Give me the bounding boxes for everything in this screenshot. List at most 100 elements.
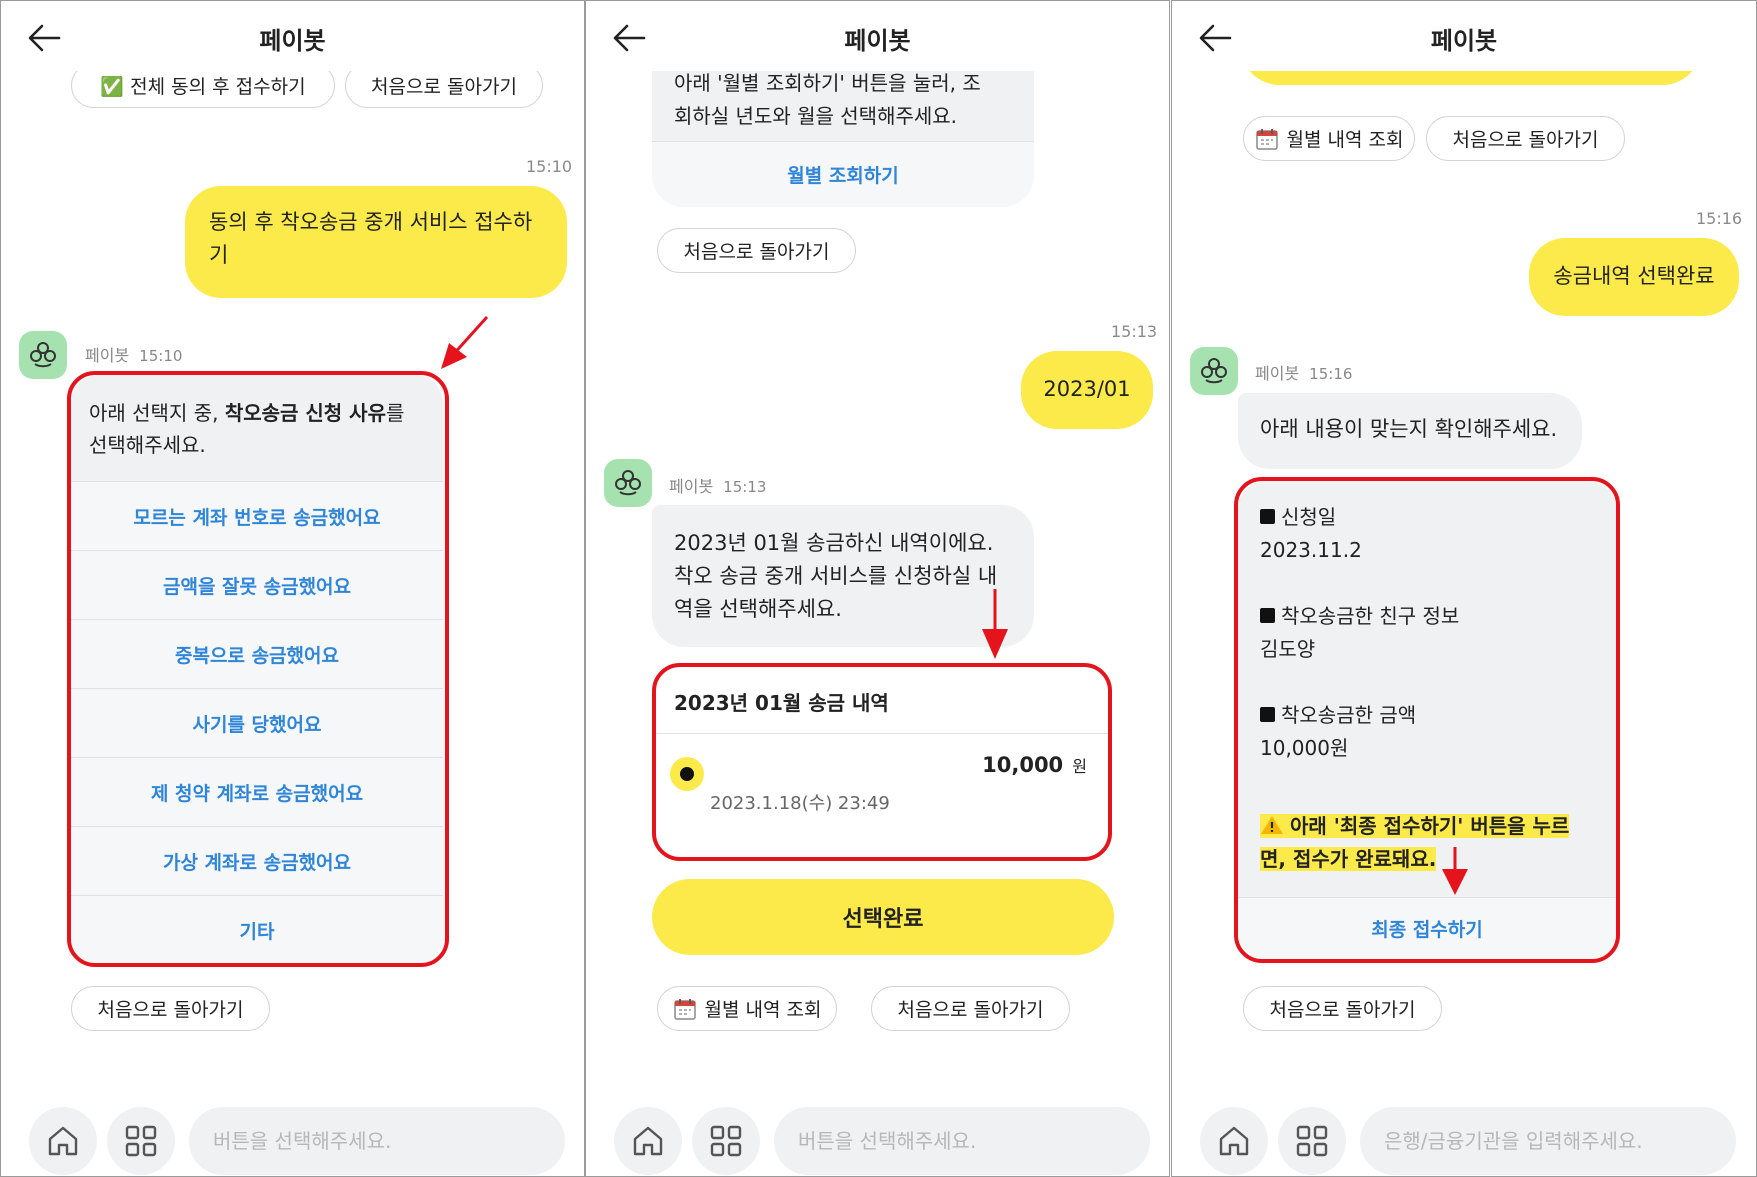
chat-input[interactable] [774, 1107, 1150, 1175]
reason-option[interactable]: 가상 계좌로 송금했어요 [71, 826, 443, 895]
home-button[interactable] [614, 1107, 682, 1175]
red-arrow-icon [1442, 847, 1468, 895]
bot-name-label: 페이봇 [85, 346, 130, 365]
chat-panel-1: 페이봇 ✅ 전체 동의 후 접수하기 처음으로 돌아가기 15:10 동의 후 … [0, 0, 585, 1177]
chat-title: 페이봇 [844, 27, 911, 55]
grid-icon [125, 1125, 157, 1157]
chat-panel-3: 페이봇 월별 내역 조회 처음으로 돌아가기 15:16 송금내역 선택완료 페… [1171, 0, 1757, 1177]
back-to-start-label: 처음으로 돌아가기 [371, 76, 517, 98]
label-date: 신청일 [1281, 505, 1337, 529]
value-friend: 김도양 [1260, 637, 1316, 661]
question-text: 를 [385, 401, 405, 425]
grid-icon [710, 1125, 742, 1157]
bot-message-bubble: 아래 내용이 맞는지 확인해주세요. [1238, 393, 1582, 469]
back-to-start-chip[interactable]: 처음으로 돌아가기 [657, 228, 856, 273]
warning-line: 아래 '최종 접수하기' 버튼을 누르 [1290, 814, 1570, 838]
confirm-card: 신청일 2023.11.2 착오송금한 친구 정보 김도양 착오송금한 금액 1… [1238, 481, 1616, 959]
chat-title: 페이봇 [259, 27, 326, 55]
select-complete-button[interactable]: 선택완료 [652, 879, 1114, 955]
bot-message-line: 착오 송금 중개 서비스를 신청하실 내 [674, 564, 998, 588]
reason-question: 아래 선택지 중, 착오송금 신청 사유를 선택해주세요. [71, 375, 443, 481]
back-to-start-chip[interactable]: 처음으로 돌아가기 [1426, 116, 1625, 161]
calendar-icon [673, 998, 696, 1020]
warning-note: 아래 '최종 접수하기' 버튼을 누르 면, 접수가 완료돼요. [1260, 810, 1594, 876]
reason-option[interactable]: 사기를 당했어요 [71, 688, 443, 757]
monthly-history-chip[interactable]: 월별 내역 조회 [657, 986, 837, 1031]
bot-message-line: 역을 선택해주세요. [674, 597, 842, 621]
back-to-start-label: 처음으로 돌아가기 [897, 999, 1044, 1021]
history-amount-wrap: 10,000 원 [982, 753, 1087, 777]
back-to-start-chip[interactable]: 처음으로 돌아가기 [71, 986, 270, 1031]
history-date: 2023.1.18(수) 23:49 [710, 793, 890, 814]
warning-highlight: 아래 '최종 접수하기' 버튼을 누르 [1260, 814, 1570, 838]
monthly-history-label: 월별 내역 조회 [704, 999, 822, 1021]
question-text: 아래 선택지 중, [89, 401, 225, 425]
bot-time: 15:13 [723, 478, 767, 496]
label-amount: 착오송금한 금액 [1281, 703, 1417, 727]
bot-avatar-icon [604, 459, 652, 507]
monthly-history-chip[interactable]: 월별 내역 조회 [1243, 116, 1415, 161]
monthly-lookup-button[interactable]: 월별 조회하기 [652, 141, 1034, 207]
bot-message-text: 아래 내용이 맞는지 확인해주세요. [1260, 417, 1558, 441]
reason-option[interactable]: 중복으로 송금했어요 [71, 619, 443, 688]
transfer-history-card: 2023년 01월 송금 내역 2023.1.18(수) 23:49 10,00… [652, 667, 1109, 857]
red-arrow-icon [982, 589, 1008, 659]
agree-all-label: ✅ 전체 동의 후 접수하기 [100, 76, 306, 98]
history-item[interactable]: 2023.1.18(수) 23:49 10,000 원 [652, 735, 1109, 845]
final-submit-button[interactable]: 최종 접수하기 [1238, 897, 1616, 959]
back-to-start-label: 처음으로 돌아가기 [97, 999, 244, 1021]
message-time: 15:10 [526, 157, 573, 176]
home-button[interactable] [29, 1107, 97, 1175]
user-message-line: 동의 후 착오송금 중개 서비스 접수하 [209, 210, 533, 234]
back-to-start-chip[interactable]: 처음으로 돌아가기 [871, 986, 1070, 1031]
selected-radio[interactable] [670, 757, 704, 791]
menu-grid-button[interactable] [1278, 1107, 1346, 1175]
user-message-line: 기 [209, 243, 229, 267]
detail-label: 신청일 [1260, 501, 1594, 534]
home-button[interactable] [1200, 1107, 1268, 1175]
history-amount: 10,000 [982, 753, 1064, 777]
bot-avatar-icon [19, 331, 67, 379]
bot-name: 페이봇 15:16 [1255, 360, 1352, 384]
chat-header: 페이봇 [1172, 1, 1756, 71]
confirm-details: 신청일 2023.11.2 착오송금한 친구 정보 김도양 착오송금한 금액 1… [1238, 481, 1616, 897]
bot-time: 15:10 [139, 347, 183, 365]
input-bar [1, 1099, 584, 1176]
radio-dot [680, 767, 694, 781]
menu-grid-button[interactable] [692, 1107, 760, 1175]
reason-option[interactable]: 제 청약 계좌로 송금했어요 [71, 757, 443, 826]
label-friend: 착오송금한 친구 정보 [1281, 604, 1460, 628]
back-to-start-label: 처음으로 돌아가기 [683, 241, 830, 263]
message-time: 15:16 [1696, 209, 1743, 228]
menu-grid-button[interactable] [107, 1107, 175, 1175]
message-time: 15:13 [1111, 322, 1158, 341]
detail-label: 착오송금한 친구 정보 [1260, 600, 1594, 633]
bot-avatar-icon [1190, 347, 1238, 395]
reason-option[interactable]: 금액을 잘못 송금했어요 [71, 550, 443, 619]
back-to-start-label: 처음으로 돌아가기 [1269, 999, 1416, 1021]
home-icon [633, 1126, 663, 1156]
input-bar [586, 1099, 1169, 1176]
guide-line: 회하실 년도와 월을 선택해주세요. [674, 104, 958, 128]
back-to-start-chip[interactable]: 처음으로 돌아가기 [1243, 986, 1442, 1031]
back-to-start-label: 처음으로 돌아가기 [1452, 129, 1599, 151]
chat-header: 페이봇 [1, 1, 584, 71]
monthly-history-label: 월별 내역 조회 [1286, 129, 1404, 151]
warning-line: 면, 접수가 완료돼요. [1260, 847, 1437, 871]
bot-message-bubble: 2023년 01월 송금하신 내역이에요. 착오 송금 중개 서비스를 신청하실… [652, 505, 1034, 647]
bot-name-label: 페이봇 [669, 477, 714, 496]
bot-message-line: 2023년 01월 송금하신 내역이에요. [674, 531, 994, 555]
value-amount: 10,000원 [1260, 736, 1349, 760]
warning-icon [1261, 816, 1283, 834]
reason-option[interactable]: 모르는 계좌 번호로 송금했어요 [71, 481, 443, 550]
bank-input[interactable] [1360, 1107, 1736, 1175]
user-message-text: 2023/01 [1043, 377, 1131, 401]
user-message-bubble: 송금내역 선택완료 [1529, 238, 1739, 316]
reason-option[interactable]: 기타 [71, 895, 443, 964]
square-bullet-icon [1260, 608, 1275, 623]
bot-name: 페이봇 15:10 [85, 342, 182, 366]
bot-time: 15:16 [1309, 365, 1353, 383]
question-text: 선택해주세요. [89, 433, 206, 457]
chat-input[interactable] [189, 1107, 565, 1175]
home-icon [48, 1126, 78, 1156]
